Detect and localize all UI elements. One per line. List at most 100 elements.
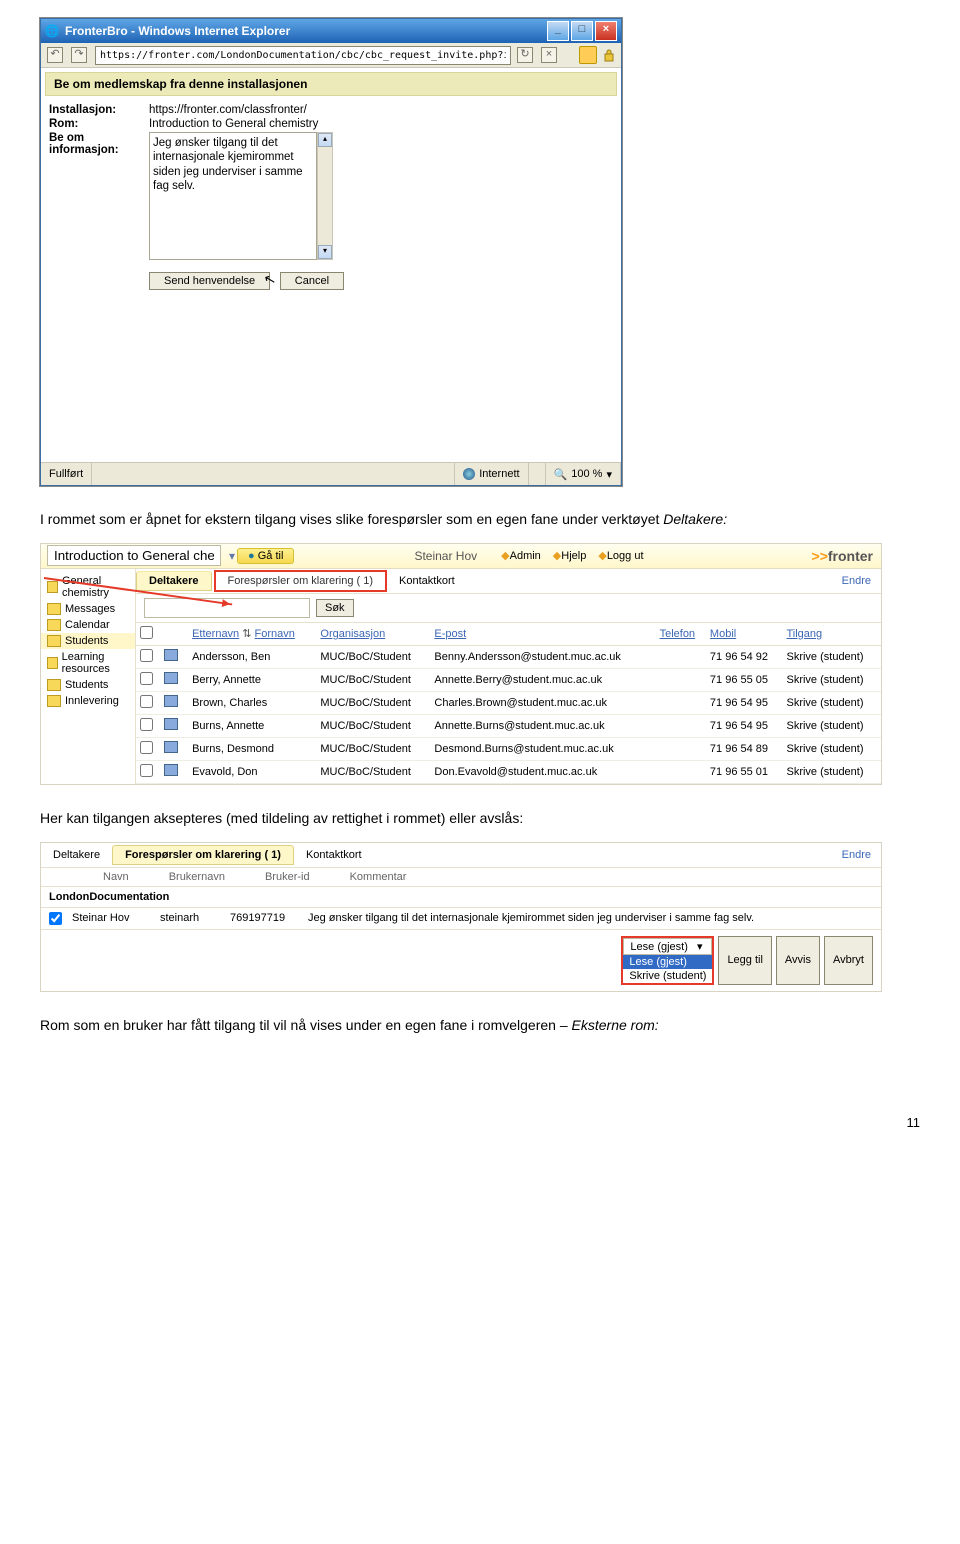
url-input[interactable] (95, 46, 511, 65)
abort-button[interactable]: Avbryt (824, 936, 873, 985)
refresh-button[interactable]: ↻ (517, 47, 533, 63)
row-checkbox[interactable] (140, 764, 153, 777)
send-button[interactable]: Send henvendelse (149, 272, 270, 290)
person-icon (164, 764, 178, 776)
maximize-button[interactable]: □ (571, 21, 593, 41)
request-row: Steinar Hov steinarh 769197719 Jeg ønske… (41, 908, 881, 930)
row-checkbox[interactable] (140, 649, 153, 662)
info-textarea[interactable]: Jeg ønsker tilgang til det internasjonal… (149, 132, 317, 260)
row-checkbox[interactable] (140, 718, 153, 731)
hdr-firstname[interactable]: Fornavn (255, 628, 295, 640)
hdr-org[interactable]: Organisasjon (320, 628, 385, 640)
row-checkbox[interactable] (140, 741, 153, 754)
add-button[interactable]: Legg til (718, 936, 771, 985)
tab2-contact[interactable]: Kontaktkort (294, 846, 374, 864)
sidebar-item[interactable]: Messages (41, 601, 135, 617)
address-bar: ↶ ↷ ↻ × (41, 43, 621, 68)
window-titlebar[interactable]: 🌐 FronterBro - Windows Internet Explorer… (41, 19, 621, 43)
minimize-button[interactable]: _ (547, 21, 569, 41)
top-link[interactable]: ◆Admin (501, 549, 541, 562)
value-install: https://fronter.com/classfronter/ (149, 104, 613, 116)
room-select[interactable] (47, 545, 221, 566)
hdr-uid: Bruker-id (265, 871, 310, 883)
hdr-uname: Brukernavn (169, 871, 225, 883)
access-dropdown-highlighted: Lese (gjest) ▾ Lese (gjest) Skrive (stud… (621, 936, 714, 985)
status-left: Fullført (41, 463, 92, 485)
hdr-phone[interactable]: Telefon (660, 628, 695, 640)
hdr-access[interactable]: Tilgang (786, 628, 822, 640)
req-uid: 769197719 (230, 912, 298, 924)
group-row: LondonDocumentation (41, 887, 881, 908)
req-comment: Jeg ønsker tilgang til det internasjonal… (308, 912, 873, 924)
sidebar-item[interactable]: Students (41, 677, 135, 693)
body-text-2: Her kan tilgangen aksepteres (med tildel… (40, 809, 920, 828)
folder-icon (47, 581, 58, 593)
status-zoom[interactable]: 🔍 100 % ▾ (546, 463, 621, 485)
tab-requests[interactable]: Forespørsler om klarering ( 1) (214, 570, 387, 592)
sidebar-item[interactable]: Calendar (41, 617, 135, 633)
search-button[interactable]: Søk (316, 599, 354, 617)
table-row: Andersson, BenMUC/BoC/StudentBenny.Ander… (136, 645, 881, 668)
person-icon (164, 672, 178, 684)
stop-button[interactable]: × (541, 47, 557, 63)
current-user: Steinar Hov (414, 549, 477, 563)
body-text-3: Rom som en bruker har fått tilgang til v… (40, 1016, 920, 1035)
table-row: Burns, AnnetteMUC/BoC/StudentAnnette.Bur… (136, 714, 881, 737)
hdr-mobile[interactable]: Mobil (710, 628, 736, 640)
sidebar: General chemistryMessagesCalendarStudent… (41, 569, 136, 784)
folder-icon (47, 635, 61, 647)
sidebar-item[interactable]: Students (41, 633, 135, 649)
label-room: Rom: (49, 118, 149, 130)
go-button[interactable] (579, 46, 597, 64)
table-row: Berry, AnnetteMUC/BoC/StudentAnnette.Ber… (136, 668, 881, 691)
participants-table: Etternavn ⇅ Fornavn Organisasjon E-post … (136, 623, 881, 784)
edit-link-2[interactable]: Endre (832, 849, 881, 861)
tab-contact[interactable]: Kontaktkort (387, 572, 467, 590)
person-icon (164, 695, 178, 707)
ie-icon: 🌐 (45, 24, 59, 38)
table-row: Burns, DesmondMUC/BoC/StudentDesmond.Bur… (136, 737, 881, 760)
req-name: Steinar Hov (72, 912, 150, 924)
access-dropdown[interactable]: Lese (gjest) ▾ (623, 938, 712, 955)
folder-icon (47, 695, 61, 707)
back-button[interactable]: ↶ (47, 47, 63, 63)
top-link[interactable]: ◆Hjelp (553, 549, 587, 562)
folder-icon (47, 619, 61, 631)
fronter-logo: >>fronter (804, 548, 881, 564)
cancel-button[interactable]: Cancel (280, 272, 344, 290)
top-links: ◆Admin ◆Hjelp ◆Logg ut (501, 549, 651, 562)
top-link[interactable]: ◆Logg ut (598, 549, 643, 562)
reject-button[interactable]: Avvis (776, 936, 820, 985)
close-button[interactable]: × (595, 21, 617, 41)
edit-link[interactable]: Endre (832, 575, 881, 587)
go-button[interactable]: ● Gå til (237, 548, 294, 564)
table-row: Evavold, DonMUC/BoC/StudentDon.Evavold@s… (136, 760, 881, 783)
body-text-1: I rommet som er åpnet for ekstern tilgan… (40, 510, 920, 529)
person-icon (164, 741, 178, 753)
req-checkbox[interactable] (49, 912, 62, 925)
access-option-2[interactable]: Skrive (student) (623, 969, 712, 983)
sidebar-item[interactable]: Learning resources (41, 649, 135, 677)
person-icon (164, 649, 178, 661)
folder-icon (47, 657, 58, 669)
tab-participants[interactable]: Deltakere (136, 571, 212, 591)
access-option-1[interactable]: Lese (gjest) (623, 955, 712, 969)
participants-screenshot: ▾ ● Gå til Steinar Hov ◆Admin◆Hjelp◆Logg… (40, 543, 882, 785)
row-checkbox[interactable] (140, 672, 153, 685)
forward-button[interactable]: ↷ (71, 47, 87, 63)
window-title: FronterBro - Windows Internet Explorer (65, 24, 547, 38)
textarea-scrollbar[interactable]: ▴▾ (317, 132, 333, 260)
row-checkbox[interactable] (140, 695, 153, 708)
request-screenshot: Deltakere Forespørsler om klarering ( 1)… (40, 842, 882, 992)
sidebar-item[interactable]: Innlevering (41, 693, 135, 709)
folder-icon (47, 603, 61, 615)
lock-icon (603, 48, 615, 62)
hdr-lastname[interactable]: Etternavn (192, 628, 239, 640)
hdr-email[interactable]: E-post (434, 628, 466, 640)
status-protected (529, 463, 546, 485)
tab2-requests[interactable]: Forespørsler om klarering ( 1) (112, 845, 294, 865)
req-uname: steinarh (160, 912, 220, 924)
tab2-participants[interactable]: Deltakere (41, 846, 112, 864)
status-zone: Internett (455, 463, 528, 485)
check-all[interactable] (140, 626, 153, 639)
